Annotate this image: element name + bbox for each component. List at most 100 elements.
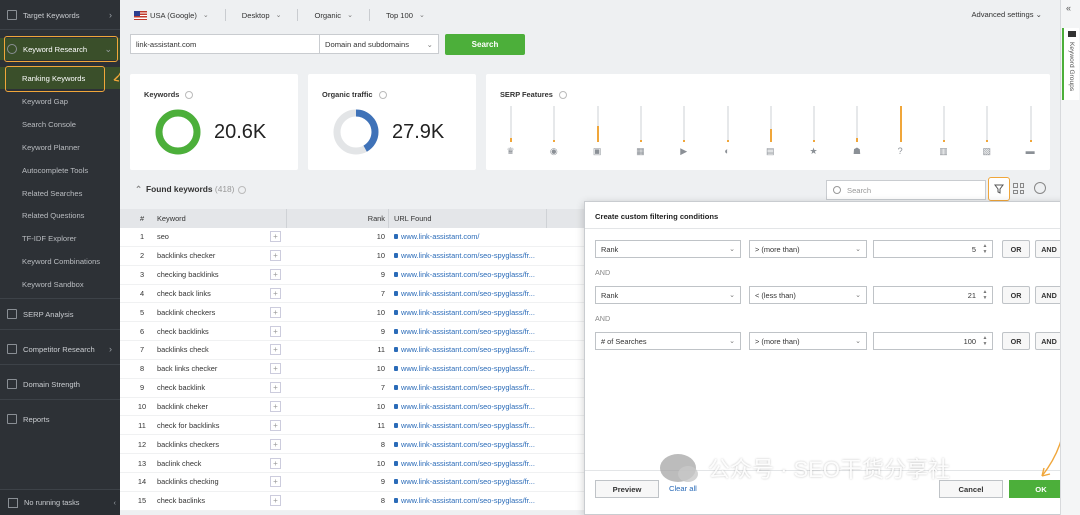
- row-url-link[interactable]: www.link-assistant.com/seo-spyglass/fr..…: [394, 289, 535, 298]
- top-results-select[interactable]: Top 100 ⌄: [386, 11, 425, 20]
- sidebar-item-reports[interactable]: Reports: [0, 408, 120, 430]
- help-icon[interactable]: [238, 185, 247, 194]
- add-to-group-icon[interactable]: +: [270, 495, 281, 507]
- sidebar-item-ranking-keywords[interactable]: Ranking Keywords: [0, 67, 120, 89]
- table-row[interactable]: 10 backlink cheker +10 www.link-assistant.c…: [120, 398, 585, 417]
- row-url-link[interactable]: www.link-assistant.com/seo-spyglass/fr..…: [394, 327, 535, 336]
- table-row[interactable]: 12 backlinks checkers +8 www.link-assistant…: [120, 435, 585, 455]
- and-button[interactable]: AND: [1035, 332, 1063, 350]
- export-icon[interactable]: [1034, 182, 1046, 194]
- add-to-group-icon[interactable]: +: [270, 231, 281, 243]
- col-url-found[interactable]: URL Found: [394, 214, 432, 223]
- grid-view-icon[interactable]: [1013, 183, 1024, 194]
- table-row[interactable]: 2 backlinks checker +10 www.link-assistant.…: [120, 247, 585, 266]
- or-button[interactable]: OR: [1002, 240, 1030, 258]
- add-to-group-icon[interactable]: +: [270, 269, 281, 281]
- condition-value-input[interactable]: 5 ▲ ▼: [873, 240, 993, 258]
- sidebar-item-keyword-research[interactable]: Keyword Research ⌄: [0, 38, 120, 60]
- sidebar-item-tf-idf-explorer[interactable]: TF-IDF Explorer: [0, 227, 120, 249]
- row-url-link[interactable]: www.link-assistant.com/seo-spyglass/fr..…: [394, 308, 535, 317]
- add-to-group-icon[interactable]: +: [270, 325, 281, 337]
- add-to-group-icon[interactable]: +: [270, 250, 281, 262]
- keyword-groups-tab[interactable]: Keyword Groups: [1062, 28, 1079, 100]
- add-to-group-icon[interactable]: +: [270, 344, 281, 356]
- add-to-group-icon[interactable]: +: [270, 287, 281, 299]
- domain-input[interactable]: link-assistant.com: [130, 34, 320, 54]
- sidebar-item-target-keywords[interactable]: Target Keywords ›: [0, 4, 120, 26]
- add-to-group-icon[interactable]: +: [270, 401, 281, 413]
- add-to-group-icon[interactable]: +: [270, 363, 281, 375]
- task-status-bar[interactable]: No running tasks ‹: [0, 489, 120, 515]
- condition-operator-select[interactable]: < (less than) ⌄: [749, 286, 867, 304]
- help-icon[interactable]: [378, 91, 387, 100]
- sidebar-item-related-questions[interactable]: Related Questions: [0, 204, 120, 226]
- serp-feature-bar[interactable]: ▤: [764, 106, 778, 156]
- country-select[interactable]: USA (Google) ⌄: [134, 10, 209, 20]
- or-button[interactable]: OR: [1002, 332, 1030, 350]
- sidebar-item-competitor-research[interactable]: Competitor Research ›: [0, 338, 120, 360]
- serp-feature-bar[interactable]: ▶: [677, 106, 691, 156]
- or-button[interactable]: OR: [1002, 286, 1030, 304]
- row-url-link[interactable]: www.link-assistant.com/seo-spyglass/fr..…: [394, 496, 535, 505]
- column-divider[interactable]: [388, 209, 389, 228]
- col-rank[interactable]: Rank: [365, 214, 385, 223]
- row-url-link[interactable]: www.link-assistant.com/: [394, 232, 479, 241]
- condition-field-select[interactable]: Rank ⌄: [595, 286, 741, 304]
- scope-select[interactable]: Domain and subdomains ⌄: [319, 34, 439, 54]
- row-url-link[interactable]: www.link-assistant.com/seo-spyglass/fr..…: [394, 251, 535, 260]
- sidebar-item-keyword-gap[interactable]: Keyword Gap: [0, 90, 120, 112]
- serp-feature-bar[interactable]: ♛: [504, 106, 518, 156]
- row-url-link[interactable]: www.link-assistant.com/seo-spyglass/fr..…: [394, 383, 535, 392]
- stepper-icon[interactable]: ▲ ▼: [981, 335, 989, 347]
- sidebar-item-keyword-sandbox[interactable]: Keyword Sandbox: [0, 273, 120, 295]
- type-select[interactable]: Organic ⌄: [314, 11, 352, 20]
- preview-button[interactable]: Preview: [595, 480, 659, 498]
- row-url-link[interactable]: www.link-assistant.com/seo-spyglass/fr..…: [394, 459, 535, 468]
- sidebar-item-domain-strength[interactable]: Domain Strength: [0, 373, 120, 395]
- condition-field-select[interactable]: Rank ⌄: [595, 240, 741, 258]
- serp-feature-bar[interactable]: ▧: [980, 106, 994, 156]
- table-row[interactable]: 7 backlinks check +11 www.link-assistant.co…: [120, 341, 585, 360]
- condition-operator-select[interactable]: > (more than) ⌄: [749, 240, 867, 258]
- stepper-icon[interactable]: ▲ ▼: [981, 243, 989, 255]
- table-row[interactable]: 6 check backlinks +9 www.link-assistant.com…: [120, 322, 585, 342]
- add-to-group-icon[interactable]: +: [270, 438, 281, 450]
- col-number[interactable]: #: [134, 214, 150, 223]
- row-url-link[interactable]: www.link-assistant.com/seo-spyglass/fr..…: [394, 440, 535, 449]
- clear-all-link[interactable]: Clear all: [669, 484, 697, 493]
- table-row[interactable]: 8 back links checker +10 www.link-assistant…: [120, 360, 585, 379]
- condition-value-input[interactable]: 100 ▲ ▼: [873, 332, 993, 350]
- search-button[interactable]: Search: [445, 34, 525, 55]
- serp-feature-bar[interactable]: ☗: [850, 106, 864, 156]
- column-divider[interactable]: [546, 209, 547, 228]
- add-to-group-icon[interactable]: +: [270, 306, 281, 318]
- serp-feature-bar[interactable]: ▣: [591, 106, 605, 156]
- sidebar-item-search-console[interactable]: Search Console: [0, 113, 120, 135]
- row-url-link[interactable]: www.link-assistant.com/seo-spyglass/fr..…: [394, 402, 535, 411]
- serp-feature-bar[interactable]: ★: [807, 106, 821, 156]
- condition-field-select[interactable]: # of Searches ⌄: [595, 332, 741, 350]
- sidebar-item-keyword-planner[interactable]: Keyword Planner: [0, 136, 120, 158]
- condition-operator-select[interactable]: > (more than) ⌄: [749, 332, 867, 350]
- table-row[interactable]: 9 check backlink +7 www.link-assistant.com/…: [120, 379, 585, 398]
- column-divider[interactable]: [286, 209, 287, 228]
- condition-value-input[interactable]: 21 ▲ ▼: [873, 286, 993, 304]
- add-to-group-icon[interactable]: +: [270, 457, 281, 469]
- row-url-link[interactable]: www.link-assistant.com/seo-spyglass/fr..…: [394, 345, 535, 354]
- serp-feature-bar[interactable]: ▬: [1024, 106, 1038, 156]
- sidebar-item-autocomplete-tools[interactable]: Autocomplete Tools: [0, 159, 120, 181]
- row-url-link[interactable]: www.link-assistant.com/seo-spyglass/fr..…: [394, 421, 535, 430]
- help-icon[interactable]: [185, 91, 194, 100]
- advanced-settings-link[interactable]: Advanced settings ⌄: [971, 10, 1042, 19]
- add-to-group-icon[interactable]: +: [270, 419, 281, 431]
- sidebar-item-keyword-combinations[interactable]: Keyword Combinations: [0, 250, 120, 272]
- filter-button[interactable]: [988, 177, 1010, 201]
- table-row[interactable]: 5 backlink checkers +10 www.link-assistant.…: [120, 303, 585, 323]
- table-row[interactable]: 14 backlinks checking +9 www.link-assistant…: [120, 473, 585, 492]
- serp-feature-bar[interactable]: ◐: [721, 106, 735, 156]
- add-to-group-icon[interactable]: +: [270, 382, 281, 394]
- col-keyword[interactable]: Keyword: [157, 214, 186, 223]
- serp-feature-bar[interactable]: ◉: [547, 106, 561, 156]
- stepper-icon[interactable]: ▲ ▼: [981, 289, 989, 301]
- table-row[interactable]: 3 checking backlinks +9 www.link-assistant.…: [120, 266, 585, 285]
